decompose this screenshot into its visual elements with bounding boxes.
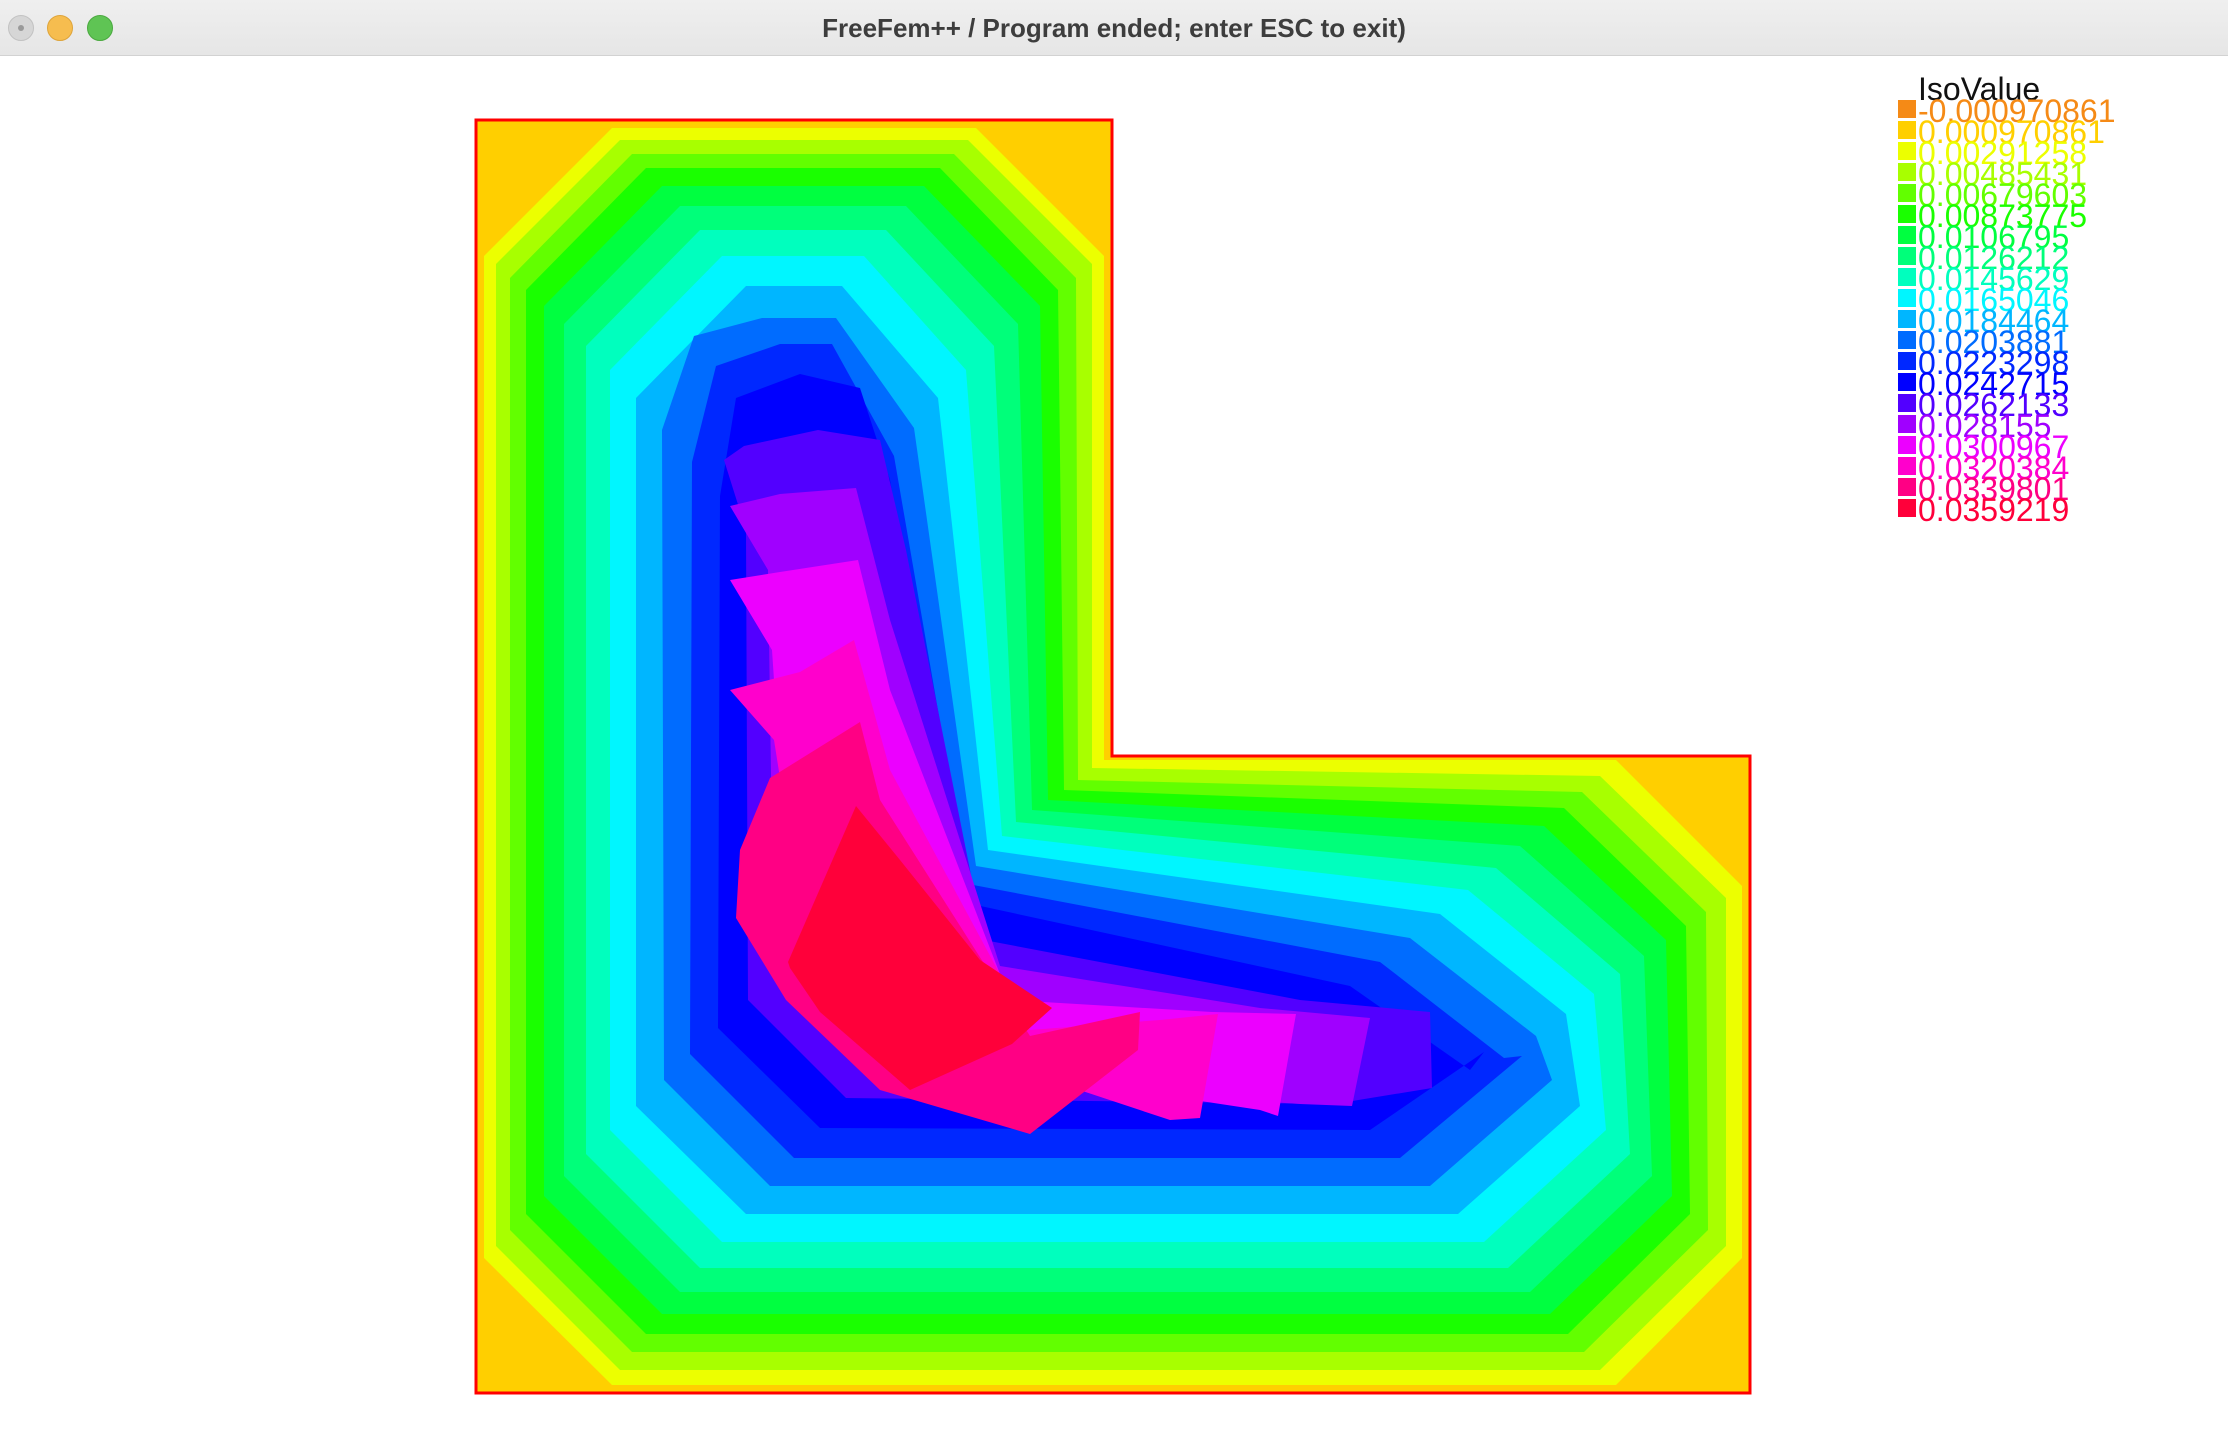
legend-swatch xyxy=(1898,478,1916,496)
legend-swatch xyxy=(1898,268,1916,286)
window-title: FreeFem++ / Program ended; enter ESC to … xyxy=(822,13,1406,43)
legend-swatch xyxy=(1898,121,1916,139)
isovalue-plot: IsoValue -0.0009708610.0009708610.002912… xyxy=(474,71,2116,1395)
legend-swatch xyxy=(1898,310,1916,328)
legend-label: 0.0359219 xyxy=(1918,492,2069,528)
legend-swatch xyxy=(1898,331,1916,349)
legend-swatch xyxy=(1898,415,1916,433)
legend-swatch xyxy=(1898,100,1916,118)
plot-canvas: IsoValue -0.000970861 0.000970861 0.002912… xyxy=(0,56,2228,1448)
legend-swatch xyxy=(1898,457,1916,475)
legend-swatch xyxy=(1898,247,1916,265)
legend-swatch xyxy=(1898,373,1916,391)
legend-swatch xyxy=(1898,499,1916,517)
legend-swatch xyxy=(1898,184,1916,202)
legend-swatch xyxy=(1898,394,1916,412)
isovalue-legend: IsoValue -0.0009708610.0009708610.002912… xyxy=(1898,71,2116,528)
legend-swatch xyxy=(1898,289,1916,307)
freefem-window: FreeFem++ / Program ended; enter ESC to … xyxy=(0,0,2228,1448)
legend-swatch xyxy=(1898,163,1916,181)
title-bar[interactable]: FreeFem++ / Program ended; enter ESC to … xyxy=(0,0,2228,56)
legend-swatch xyxy=(1898,205,1916,223)
legend-swatch xyxy=(1898,142,1916,160)
legend-swatch xyxy=(1898,436,1916,454)
legend-swatch xyxy=(1898,226,1916,244)
legend-swatch xyxy=(1898,352,1916,370)
